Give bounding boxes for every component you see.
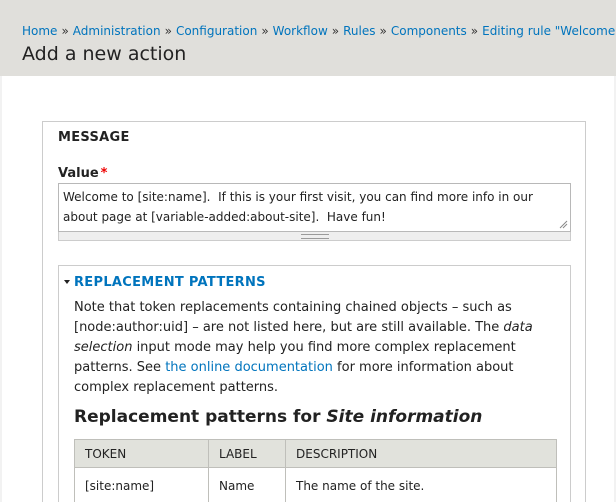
breadcrumb-separator: » [261,24,269,38]
breadcrumb-components[interactable]: Components [391,24,467,38]
message-textarea-wrapper: Welcome to [site:name]. If this is your … [58,183,571,241]
replacement-patterns-description: Note that token replacements containing … [74,298,544,398]
column-header-label: LABEL [208,439,286,468]
value-label: Value * [58,166,107,181]
page-title: Add a new action [22,43,187,65]
collapse-arrow-icon [64,279,70,284]
breadcrumb-separator: » [379,24,387,38]
table-header-row: TOKEN LABEL DESCRIPTION [74,439,557,468]
desc-text-1: Note that token replacements containing … [74,300,512,335]
token-cell: [site:name] [74,467,209,502]
column-header-token: TOKEN [74,439,209,468]
resize-handle-icon[interactable] [559,220,568,229]
replacement-patterns-heading: Replacement patterns for Site informatio… [74,407,482,427]
message-fieldset-legend: MESSAGE [58,130,130,145]
table-row: [site:name] Name The name of the site. [74,467,557,502]
breadcrumb-rules[interactable]: Rules [343,24,375,38]
page: Home» Administration» Configuration» Workfl… [0,0,616,502]
message-value-textarea[interactable]: Welcome to [site:name]. If this is your … [58,183,571,232]
heading-prefix: Replacement patterns for [74,407,327,427]
heading-emphasis: Site information [326,407,483,427]
breadcrumb-administration[interactable]: Administration [73,24,161,38]
description-cell: The name of the site. [285,467,557,502]
breadcrumb-separator: » [61,24,69,38]
breadcrumb-workflow[interactable]: Workflow [273,24,328,38]
token-table: TOKEN LABEL DESCRIPTION [site:name] Name… [74,439,557,502]
value-label-text: Value [58,166,99,181]
breadcrumb-separator: » [331,24,340,38]
breadcrumb: Home» Administration» Configuration» Workfl… [22,24,616,38]
textarea-grippie[interactable] [58,232,571,241]
breadcrumb-separator: » [470,24,479,38]
column-header-description: DESCRIPTION [285,439,557,468]
replacement-patterns-toggle-label: REPLACEMENT PATTERNS [74,275,266,290]
grippie-bars-icon [301,234,329,239]
breadcrumb-configuration[interactable]: Configuration [176,24,257,38]
page-header: Home» Administration» Configuration» Workfl… [0,0,616,76]
label-cell: Name [208,467,286,502]
replacement-patterns-toggle[interactable]: REPLACEMENT PATTERNS [64,275,266,290]
breadcrumb-home[interactable]: Home [22,24,57,38]
breadcrumb-separator: » [164,24,172,38]
required-mark: * [100,166,108,181]
breadcrumb-editing-rule[interactable]: Editing rule "Welcome" [482,24,616,38]
online-documentation-link[interactable]: the online documentation [165,360,333,375]
